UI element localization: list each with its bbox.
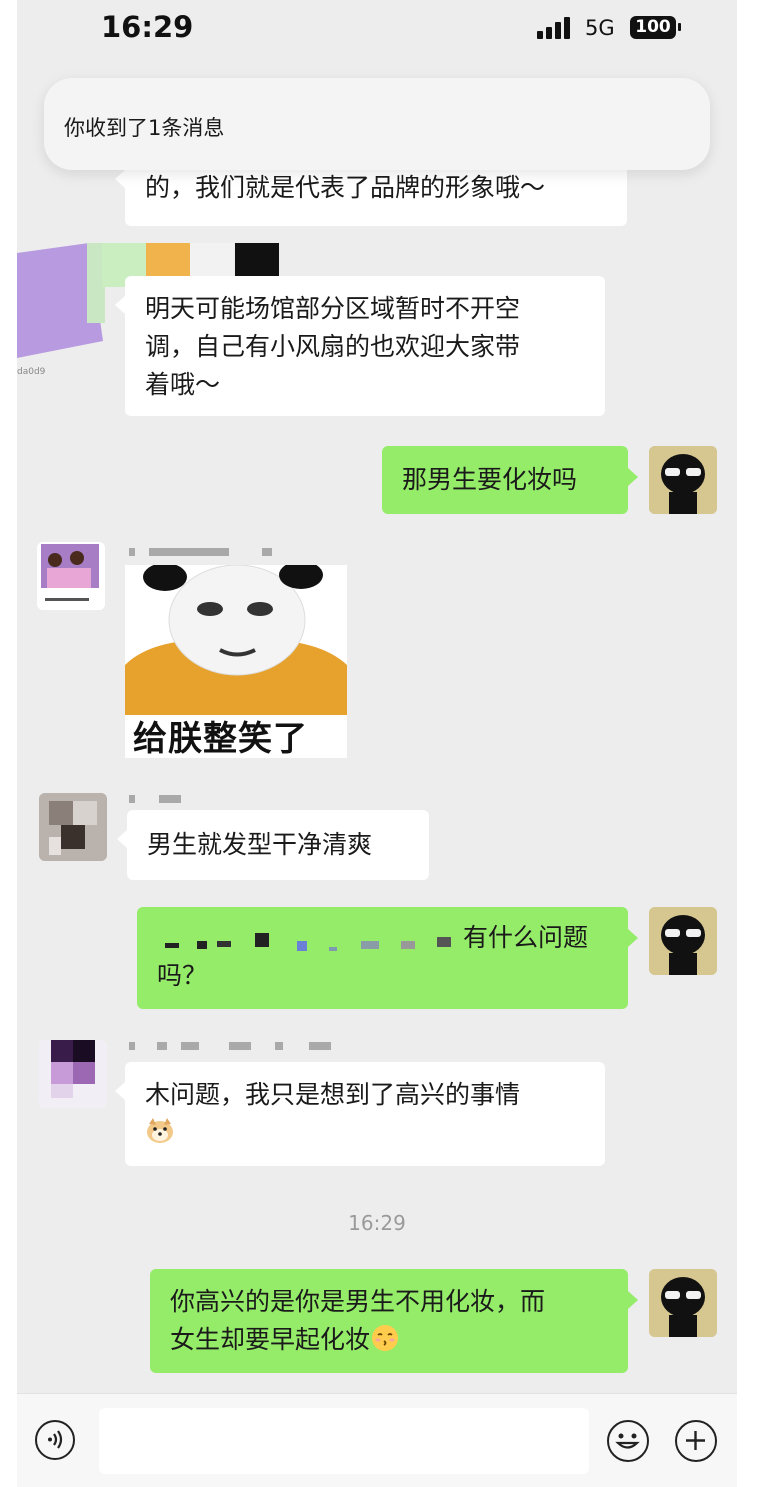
my-avatar[interactable] [649, 446, 717, 514]
notification-text: 你收到了1条消息 [64, 116, 225, 140]
sticker-image[interactable]: 给朕整笑了 [125, 565, 347, 758]
message-bubble[interactable]: 木问题，我只是想到了高兴的事情 [115, 1062, 605, 1166]
message-bubble-sent[interactable]: 那男生要化妆吗 [382, 446, 638, 514]
avatar[interactable]: da0d9 [17, 243, 107, 377]
kissing-face-icon [372, 1325, 399, 1351]
group-photo-icon [37, 542, 105, 610]
timestamp: 16:29 [348, 1211, 406, 1235]
sender-name-blurred [129, 1042, 339, 1050]
purple-card-icon [17, 243, 105, 358]
battery-icon: 100 [630, 16, 676, 39]
chat-screen: 16:29 5G 100 你收到了1条消息 的，我们就是代表了品牌的形象哦～ d… [17, 0, 737, 1487]
message-text: 的，我们就是代表了品牌的形象哦～ [145, 173, 546, 202]
avatar-caption: da0d9 [17, 367, 46, 377]
battery-tip [678, 23, 681, 31]
message-text: 你高兴的是你是男生不用化妆，而 [170, 1287, 546, 1316]
message-text: 着哦～ [145, 370, 221, 399]
message-text: 有什么问题 [463, 923, 589, 952]
emoji-icon[interactable] [607, 1420, 649, 1462]
signal-icon [537, 17, 573, 39]
message-text: 调，自己有小风扇的也欢迎大家带 [145, 332, 521, 361]
network-type: 5G [585, 16, 615, 40]
cartoon-avatar-icon [649, 1269, 717, 1337]
status-bar: 16:29 5G 100 [17, 0, 737, 58]
message-bubble[interactable]: 明天可能场馆部分区域暂时不开空 调，自己有小风扇的也欢迎大家带 着哦～ [115, 276, 605, 416]
avatar[interactable] [37, 542, 105, 610]
message-text: 明天可能场馆部分区域暂时不开空 [145, 294, 521, 323]
message-input[interactable] [99, 1408, 589, 1474]
pixelated-photo-icon [39, 793, 107, 861]
sticker-caption: 给朕整笑了 [133, 719, 308, 758]
message-bubble-sent[interactable]: 你高兴的是你是男生不用化妆，而 女生却要早起化妆 [150, 1269, 638, 1373]
message-bubble[interactable]: 男生就发型干净清爽 [117, 810, 429, 880]
sender-name-blurred [129, 795, 209, 803]
status-time: 16:29 [101, 10, 194, 44]
message-text: 那男生要化妆吗 [402, 465, 578, 494]
voice-icon[interactable] [35, 1420, 75, 1460]
cartoon-avatar-icon [649, 446, 717, 514]
avatar[interactable] [39, 793, 107, 861]
sender-name-blurred [129, 548, 329, 556]
plus-icon[interactable] [675, 1420, 717, 1462]
message-line: 有什么问题 [157, 919, 608, 957]
pixelated-photo-icon [39, 1040, 107, 1108]
message-text: 女生却要早起化妆 [170, 1325, 371, 1354]
my-avatar[interactable] [649, 1269, 717, 1337]
input-bar [17, 1393, 737, 1487]
doge-icon [145, 1114, 585, 1152]
message-text: 吗？ [157, 961, 208, 990]
message-text: 木问题，我只是想到了高兴的事情 [145, 1080, 521, 1109]
notification-banner[interactable]: 你收到了1条消息 [44, 78, 710, 170]
redacted-text-icon [165, 933, 451, 951]
avatar[interactable] [39, 1040, 107, 1108]
message-line: 女生却要早起化妆 [170, 1321, 608, 1359]
message-bubble-sent[interactable]: 有什么问题 吗？ [137, 907, 638, 1009]
my-avatar[interactable] [649, 907, 717, 975]
cartoon-avatar-icon [649, 907, 717, 975]
message-text: 男生就发型干净清爽 [147, 830, 373, 859]
